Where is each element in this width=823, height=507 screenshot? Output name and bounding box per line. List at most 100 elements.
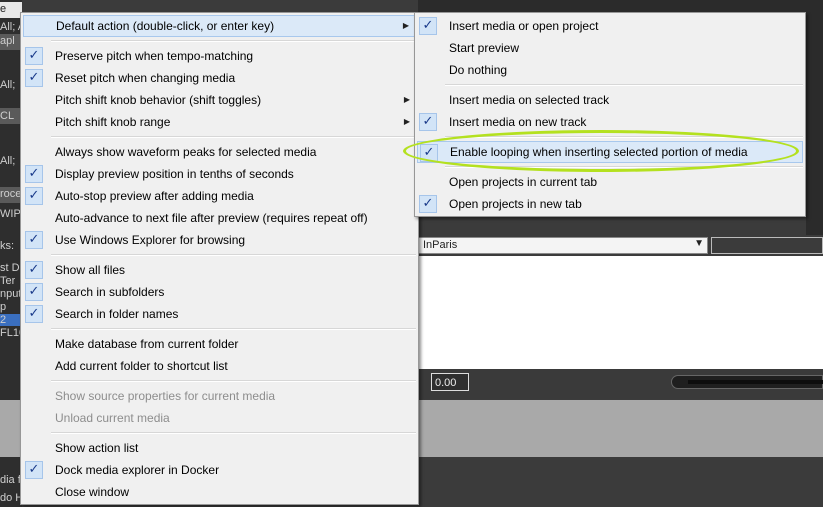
menu-item-label: Show action list bbox=[55, 441, 139, 455]
menu-item-close-window[interactable]: Close window bbox=[23, 481, 416, 503]
menu-item-reset-pitch-when-changing-media[interactable]: ✓ Reset pitch when changing media bbox=[23, 67, 416, 89]
menu-item-dock-media-explorer-in-docker[interactable]: ✓ Dock media explorer in Docker bbox=[23, 459, 416, 481]
menu-item-show-source-properties-for-current-media: Show source properties for current media bbox=[23, 385, 416, 407]
menu-item-show-all-files[interactable]: ✓ Show all files bbox=[23, 259, 416, 281]
submenu-arrow-icon: ▶ bbox=[403, 117, 410, 126]
menu-item-label: Open projects in current tab bbox=[449, 175, 598, 189]
checkmark-icon: ✓ bbox=[419, 17, 437, 35]
menu-separator bbox=[51, 432, 416, 434]
submenu-arrow-icon: ▶ bbox=[402, 21, 409, 30]
checkmark-icon: ✓ bbox=[419, 195, 437, 213]
path-dropdown[interactable]: InParis ▼ bbox=[418, 237, 708, 254]
menu-item-auto-stop-preview-after-adding-media[interactable]: ✓ Auto-stop preview after adding media bbox=[23, 185, 416, 207]
options-context-menu: Default action (double-click, or enter k… bbox=[20, 12, 419, 505]
menu-item-insert-media-or-open-project[interactable]: ✓ Insert media or open project bbox=[417, 15, 803, 37]
slider-track bbox=[688, 380, 823, 384]
top-toolbar bbox=[418, 0, 823, 12]
menu-item-label: Start preview bbox=[449, 41, 520, 55]
left-label-14: 2 bbox=[0, 314, 7, 326]
menu-item-label: Auto-advance to next file after preview … bbox=[55, 211, 368, 225]
menu-item-insert-media-on-selected-track[interactable]: Insert media on selected track bbox=[417, 89, 803, 111]
menu-item-pitch-shift-knob-behavior-shift-toggles[interactable]: Pitch shift knob behavior (shift toggles… bbox=[23, 89, 416, 111]
chevron-down-icon[interactable]: ▼ bbox=[694, 238, 704, 249]
menu-separator bbox=[51, 254, 416, 256]
path-dropdown-value: InParis bbox=[423, 239, 458, 251]
menu-separator bbox=[51, 380, 416, 382]
menu-separator bbox=[51, 40, 416, 42]
menu-item-always-show-waveform-peaks-for-selected-media[interactable]: Always show waveform peaks for selected … bbox=[23, 141, 416, 163]
left-label-1: e bbox=[0, 3, 7, 15]
menu-item-label: Insert media on selected track bbox=[449, 93, 610, 107]
left-label-9: ks: bbox=[0, 240, 15, 252]
left-label-11: Ter bbox=[0, 275, 16, 287]
checkmark-icon: ✓ bbox=[25, 305, 43, 323]
menu-item-do-nothing[interactable]: Do nothing bbox=[417, 59, 803, 81]
menu-item-show-action-list[interactable]: Show action list bbox=[23, 437, 416, 459]
menu-item-label: Pitch shift knob range bbox=[55, 115, 171, 129]
status-area bbox=[418, 457, 823, 507]
checkmark-icon: ✓ bbox=[25, 69, 43, 87]
checkmark-icon: ✓ bbox=[25, 283, 43, 301]
left-label-4: All; bbox=[0, 79, 16, 91]
submenu-arrow-icon: ▶ bbox=[403, 95, 410, 104]
checkmark-icon: ✓ bbox=[25, 231, 43, 249]
menu-item-label: Always show waveform peaks for selected … bbox=[55, 145, 317, 159]
menu-separator bbox=[445, 84, 803, 86]
menu-item-search-in-subfolders[interactable]: ✓ Search in subfolders bbox=[23, 281, 416, 303]
checkmark-icon: ✓ bbox=[25, 461, 43, 479]
menu-item-label: Pitch shift knob behavior (shift toggles… bbox=[55, 93, 262, 107]
right-scroll-area[interactable] bbox=[806, 0, 823, 235]
menu-item-use-windows-explorer-for-browsing[interactable]: ✓ Use Windows Explorer for browsing bbox=[23, 229, 416, 251]
menu-item-label: Search in subfolders bbox=[55, 285, 165, 299]
menu-item-unload-current-media: Unload current media bbox=[23, 407, 416, 429]
menu-item-label: Make database from current folder bbox=[55, 337, 239, 351]
menu-item-auto-advance-to-next-file-after-preview-requires-repeat-off[interactable]: Auto-advance to next file after preview … bbox=[23, 207, 416, 229]
menu-item-label: Insert media or open project bbox=[449, 19, 599, 33]
menu-item-preserve-pitch-when-tempo-matching[interactable]: ✓ Preserve pitch when tempo-matching bbox=[23, 45, 416, 67]
menu-item-label: Default action (double-click, or enter k… bbox=[56, 19, 275, 33]
menu-separator bbox=[51, 136, 416, 138]
menu-item-search-in-folder-names[interactable]: ✓ Search in folder names bbox=[23, 303, 416, 325]
highlight-annotation bbox=[403, 130, 799, 172]
menu-item-label: Show source properties for current media bbox=[55, 389, 276, 403]
menu-item-label: Close window bbox=[55, 485, 130, 499]
menu-item-display-preview-position-in-tenths-of-seconds[interactable]: ✓ Display preview position in tenths of s… bbox=[23, 163, 416, 185]
menu-item-open-projects-in-new-tab[interactable]: ✓ Open projects in new tab bbox=[417, 193, 803, 215]
file-list-pane[interactable] bbox=[418, 256, 823, 369]
left-label-5: CL bbox=[0, 110, 15, 122]
menu-item-add-current-folder-to-shortcut-list[interactable]: Add current folder to shortcut list bbox=[23, 355, 416, 377]
menu-item-label: Dock media explorer in Docker bbox=[55, 463, 220, 477]
left-label-10: st Di bbox=[0, 262, 22, 274]
checkmark-icon: ✓ bbox=[25, 47, 43, 65]
menu-item-label: Add current folder to shortcut list bbox=[55, 359, 228, 373]
menu-item-start-preview[interactable]: Start preview bbox=[417, 37, 803, 59]
menu-item-label: Open projects in new tab bbox=[449, 197, 582, 211]
volume-slider[interactable] bbox=[671, 375, 823, 389]
menu-item-make-database-from-current-folder[interactable]: Make database from current folder bbox=[23, 333, 416, 355]
checkmark-icon: ✓ bbox=[25, 165, 43, 183]
checkmark-icon: ✓ bbox=[25, 261, 43, 279]
menu-item-label: Display preview position in tenths of se… bbox=[55, 167, 294, 181]
left-label-3: apl bbox=[0, 35, 15, 47]
time-input[interactable]: 0.00 bbox=[431, 373, 469, 391]
left-label-6: All; bbox=[0, 155, 16, 167]
checkmark-icon: ✓ bbox=[419, 113, 437, 131]
menu-separator bbox=[51, 328, 416, 330]
menu-item-label: Unload current media bbox=[55, 411, 170, 425]
menu-item-label: Auto-stop preview after adding media bbox=[55, 189, 254, 203]
menu-item-default-action-double-click-or-enter-key[interactable]: Default action (double-click, or enter k… bbox=[23, 15, 416, 37]
menu-item-label: Show all files bbox=[55, 263, 126, 277]
menu-item-label: Do nothing bbox=[449, 63, 508, 77]
left-label-13: p bbox=[0, 301, 7, 313]
checkmark-icon: ✓ bbox=[25, 187, 43, 205]
left-label-12: nput bbox=[0, 288, 22, 300]
menu-item-label: Search in folder names bbox=[55, 307, 179, 321]
menu-item-label: Reset pitch when changing media bbox=[55, 71, 236, 85]
menu-item-pitch-shift-knob-range[interactable]: Pitch shift knob range ▶ bbox=[23, 111, 416, 133]
left-label-8: WIP bbox=[0, 208, 21, 220]
default-action-submenu: ✓ Insert media or open project Start previ… bbox=[414, 12, 806, 217]
left-label-7: roce bbox=[0, 188, 22, 200]
menu-item-label: Preserve pitch when tempo-matching bbox=[55, 49, 254, 63]
menu-item-open-projects-in-current-tab[interactable]: Open projects in current tab bbox=[417, 171, 803, 193]
search-field[interactable] bbox=[711, 237, 823, 254]
